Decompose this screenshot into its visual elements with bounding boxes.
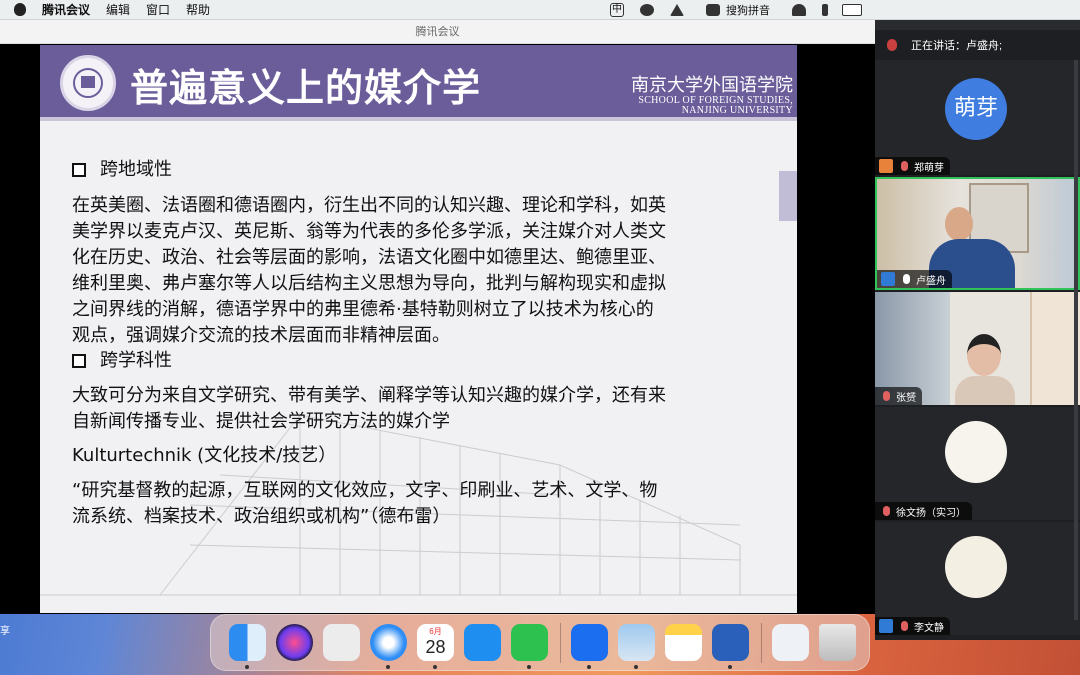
slide-title: 普遍意义上的媒介学 (130, 66, 482, 110)
participant-name-tag: 张赟 (875, 387, 922, 405)
mic-muted-icon (887, 39, 897, 51)
ime-badge-icon[interactable]: 中 (610, 3, 624, 17)
siri-icon[interactable] (276, 624, 313, 661)
person-head (967, 334, 1001, 376)
menu-edit[interactable]: 编辑 (106, 1, 130, 18)
window-title: 腾讯会议 (0, 20, 875, 44)
mic-active-icon (903, 274, 910, 284)
heading-text: 跨地域性 (100, 159, 172, 180)
notes-icon[interactable] (665, 624, 702, 661)
appstore-icon[interactable] (464, 624, 501, 661)
participants-panel: 正在讲话：卢盛舟; 萌芽 郑萌芽 卢盛舟 张赟 徐文扬（实习） 李文静 (875, 0, 1080, 640)
lark-status-icon[interactable] (670, 4, 684, 16)
mic-muted-icon (901, 621, 908, 631)
participant-video-tile[interactable]: 卢盛舟 (875, 177, 1080, 290)
paragraph-line: 在英美圈、法语圈和德语圈内，衍生出不同的认知兴趣、理论和学科，如英 (72, 195, 666, 216)
paragraph-line: 美学界以麦克卢汉、英尼斯、翁等为代表的多伦多学派，关注媒介对人类文 (72, 221, 666, 242)
checkbox-bullet-icon (72, 354, 86, 368)
user-role-icon (881, 272, 895, 286)
apple-icon[interactable] (14, 3, 26, 16)
participant-tile[interactable]: 萌芽 郑萌芽 (875, 60, 1080, 175)
mic-muted-icon (883, 391, 890, 401)
participant-name-tag: 郑萌芽 (875, 157, 950, 175)
paragraph-line: “研究基督教的起源，互联网的文化效应，文字、印刷业、艺术、文学、物 (72, 480, 658, 501)
participant-name: 郑萌芽 (914, 162, 944, 174)
person-body (955, 376, 1015, 405)
slide-side-tab (779, 171, 797, 221)
user-role-icon (879, 619, 893, 633)
quote-paragraph: “研究基督教的起源，互联网的文化效应，文字、印刷业、艺术、文学、物 流系统、档案… (72, 478, 744, 530)
avatar (945, 536, 1007, 598)
paragraph-line: 之间界线的消解，德语学界中的弗里德希·基特勒则树立了以技术为核心的 (72, 299, 654, 320)
participant-name: 卢盛舟 (916, 275, 946, 287)
avatar: 萌芽 (945, 78, 1007, 140)
avatar (945, 421, 1007, 483)
participant-name-tag: 卢盛舟 (877, 270, 952, 288)
mic-muted-icon (883, 506, 890, 516)
sogou-icon[interactable] (706, 4, 720, 16)
heading-text: 跨学科性 (100, 350, 172, 371)
input-method-label[interactable]: 搜狗拼音 (726, 2, 770, 18)
trash-icon[interactable] (819, 624, 856, 661)
meeting-window: 腾讯会议 普遍意义上的媒介学 南京大学外国语学院 SCHOOL OF FOREI… (0, 20, 875, 637)
presentation-slide: 普遍意义上的媒介学 南京大学外国语学院 SCHOOL OF FOREIGN ST… (40, 45, 797, 613)
safari-icon[interactable] (370, 624, 407, 669)
paragraph-line: 大致可分为来自文学研究、带有美学、阐释学等认知兴趣的媒介学，还有来 (72, 385, 666, 406)
wechat-status-icon[interactable] (640, 4, 654, 16)
share-label[interactable]: 享 (0, 622, 10, 637)
participant-tile[interactable]: 徐文扬（实习） (875, 407, 1080, 520)
dock-separator (560, 622, 561, 663)
menu-help[interactable]: 帮助 (186, 1, 210, 18)
section-heading-1: 跨地域性 (72, 157, 172, 183)
dock-separator (761, 622, 762, 663)
kulturtechnik-line: Kulturtechnik (文化技术/技艺） (72, 445, 337, 466)
menu-bar: 腾讯会议 编辑 窗口 帮助 中 搜狗拼音 (0, 0, 1080, 20)
school-name-en-line2: NANJING UNIVERSITY (681, 105, 793, 116)
participant-video-tile[interactable]: 张赟 (875, 292, 1080, 405)
participant-tile[interactable]: 李文静 (875, 522, 1080, 635)
person-head (945, 207, 973, 241)
section-1-paragraph: 在英美圈、法语圈和德语圈内，衍生出不同的认知兴趣、理论和学科，如英 美学界以麦克… (72, 193, 744, 349)
preview-icon[interactable] (618, 624, 655, 669)
menu-window[interactable]: 窗口 (146, 1, 170, 18)
paragraph-line: 化在历史、政治、社会等层面的影响，法语文化圈中如德里达、鲍德里亚、 (72, 247, 666, 268)
participant-name: 张赟 (896, 392, 916, 404)
user-role-icon (879, 159, 893, 173)
wechat-icon[interactable] (511, 624, 548, 669)
launchpad-icon[interactable] (323, 624, 360, 661)
downloads-icon[interactable] (772, 624, 809, 661)
menu-app-name[interactable]: 腾讯会议 (42, 1, 90, 18)
word-icon[interactable] (712, 624, 749, 669)
participant-name: 徐文扬（实习） (896, 507, 966, 519)
paragraph-line: 维利里奥、弗卢塞尔等人以后结构主义思想为导向，批判与解构现实和虚拟 (72, 273, 666, 294)
shared-screen: 普遍意义上的媒介学 南京大学外国语学院 SCHOOL OF FOREIGN ST… (0, 44, 875, 637)
section-2-paragraph: 大致可分为来自文学研究、带有美学、阐释学等认知兴趣的媒介学，还有来 自新闻传播专… (72, 383, 744, 435)
paragraph-line: 自新闻传播专业、提供社会学研究方法的媒介学 (72, 411, 450, 432)
paragraph-line: 流系统、档案技术、政治组织或机构”（德布雷） (72, 506, 451, 527)
bluetooth-icon[interactable] (822, 4, 828, 16)
slide-header: 普遍意义上的媒介学 南京大学外国语学院 SCHOOL OF FOREIGN ST… (40, 45, 797, 121)
participant-name-tag: 徐文扬（实习） (875, 502, 972, 520)
panel-scrollbar[interactable] (1074, 60, 1078, 620)
mic-muted-icon (901, 161, 908, 171)
speaking-indicator: 正在讲话：卢盛舟; (875, 32, 1080, 58)
school-name-cn: 南京大学外国语学院 (631, 75, 793, 96)
calendar-month: 6月 (429, 627, 442, 636)
shelf (1030, 292, 1080, 405)
university-logo (60, 55, 116, 111)
calendar-icon[interactable]: 6月 28 (417, 624, 454, 669)
paragraph-line: 观点，强调媒介交流的技术层面而非精神层面。 (72, 325, 450, 346)
participant-name: 李文静 (914, 622, 944, 634)
checkbox-bullet-icon (72, 163, 86, 177)
finder-icon[interactable] (229, 624, 266, 669)
section-heading-2: 跨学科性 (72, 348, 172, 374)
tencent-meeting-icon[interactable] (571, 624, 608, 669)
battery-icon[interactable] (842, 4, 862, 16)
status-area: 中 搜狗拼音 (610, 0, 862, 20)
wifi-icon[interactable] (792, 4, 806, 16)
calendar-day: 28 (425, 637, 446, 657)
speaking-label: 正在讲话：卢盛舟; (911, 40, 1003, 52)
dock: 6月 28 (210, 614, 870, 671)
participant-name-tag: 李文静 (875, 617, 950, 635)
